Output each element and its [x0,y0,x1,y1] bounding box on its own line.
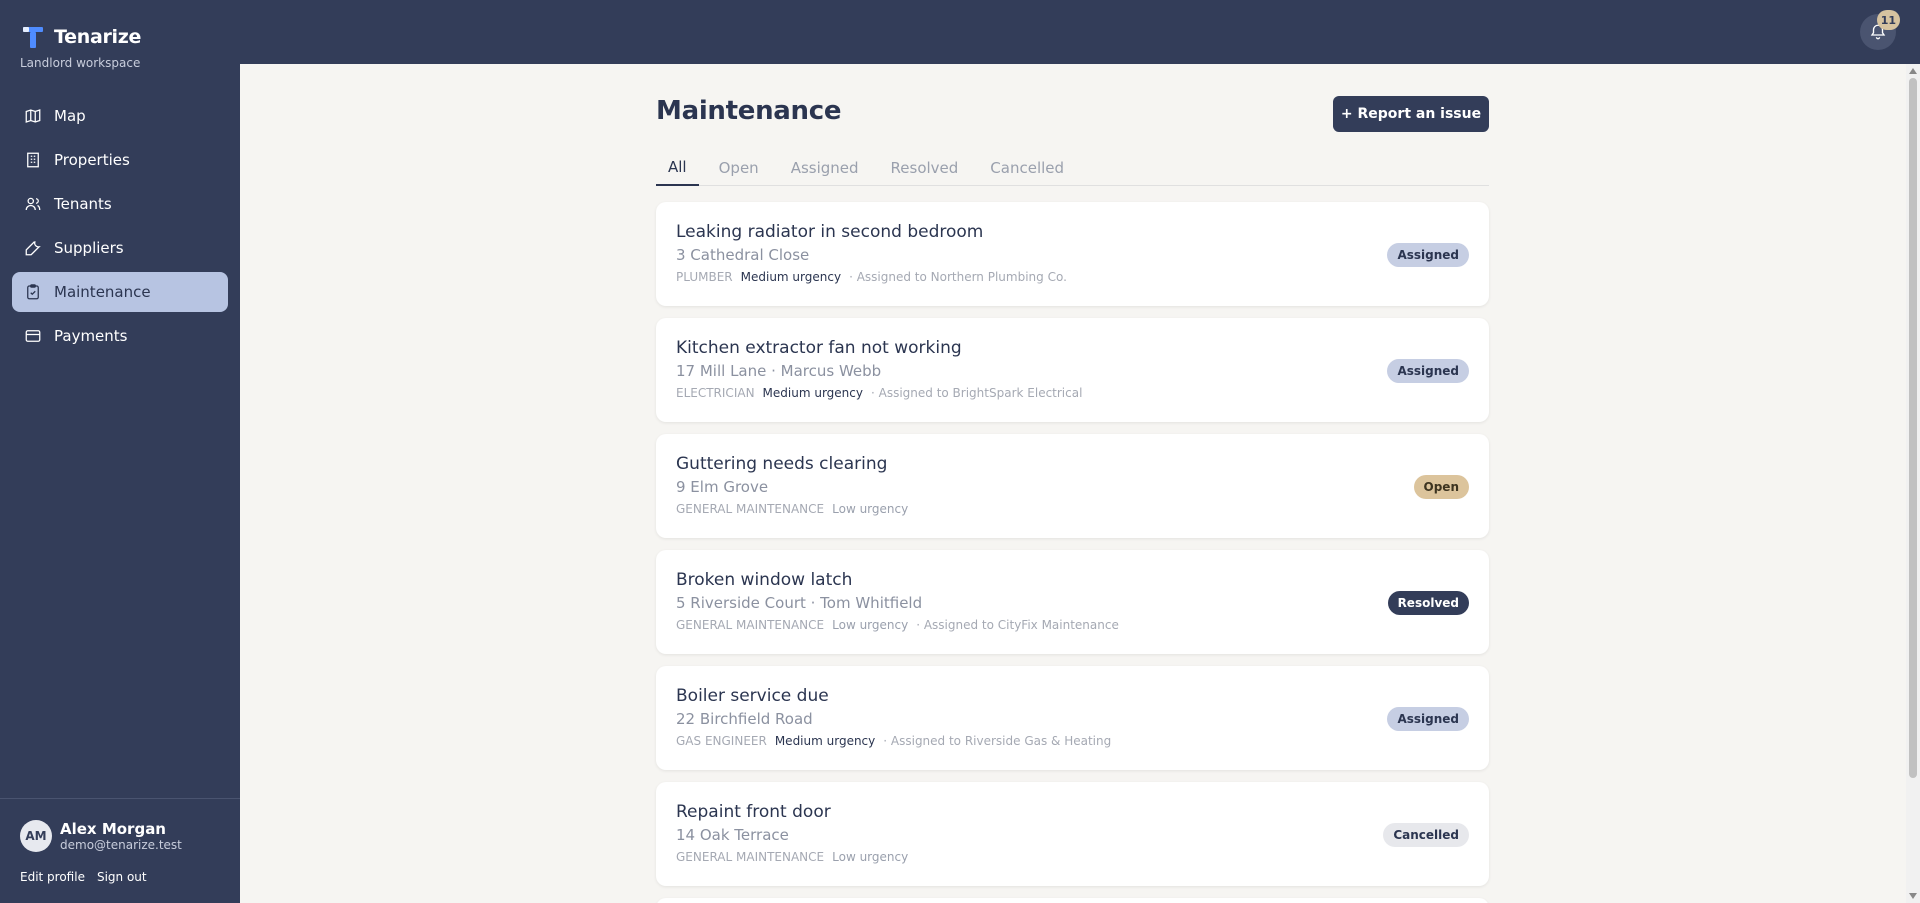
brand[interactable]: Tenarize [20,24,141,50]
status-badge: Resolved [1387,591,1469,615]
status-badge: Assigned [1387,359,1469,383]
issue-assignee: · Assigned to Riverside Gas & Heating [883,734,1112,748]
notifications-button[interactable]: 11 [1860,10,1900,50]
issue-title: Kitchen extractor fan not working [676,338,962,358]
notification-count-badge: 11 [1876,10,1900,30]
brand-name: Tenarize [54,26,142,48]
sidebar-divider [0,798,240,799]
report-issue-button[interactable]: + Report an issue [1333,96,1489,132]
tab-open[interactable]: Open [707,150,771,186]
status-badge: Assigned [1387,243,1469,267]
issue-meta: PLUMBER Medium urgency · Assigned to Nor… [676,270,1469,284]
issue-card[interactable]: Broken window latch 5 Riverside Court · … [656,550,1489,654]
sign-out-link[interactable]: Sign out [97,870,147,884]
sidebar-item-label: Suppliers [54,239,124,257]
issue-subtitle: 22 Birchfield Road [676,710,813,728]
issue-meta: GENERAL MAINTENANCE Low urgency · Assign… [676,618,1469,632]
issue-meta: GAS ENGINEER Medium urgency · Assigned t… [676,734,1469,748]
issue-urgency: Low urgency [832,502,909,516]
issue-urgency: Medium urgency [740,270,842,284]
workspace-label: Landlord workspace [20,56,141,70]
sidebar-item-label: Map [54,107,86,125]
issue-urgency: Low urgency [832,618,909,632]
status-badge: Assigned [1387,707,1469,731]
sidebar-item-properties[interactable]: Properties [12,140,228,180]
issue-urgency: Medium urgency [762,386,863,400]
issue-urgency: Medium urgency [774,734,876,748]
status-badge: Cancelled [1383,823,1469,847]
status-tabs: All Open Assigned Resolved Cancelled [656,150,1489,186]
user-profile: AM Alex Morgan demo@tenarize.test [20,820,182,852]
tab-cancelled[interactable]: Cancelled [978,150,1076,186]
issue-category: GENERAL MAINTENANCE [676,502,825,516]
sidebar-item-suppliers[interactable]: Suppliers [12,228,228,268]
tab-assigned[interactable]: Assigned [779,150,871,186]
issue-card[interactable]: Boiler service due 22 Birchfield Road GA… [656,666,1489,770]
issue-category: PLUMBER [676,270,733,284]
issue-assignee: · Assigned to Northern Plumbing Co. [849,270,1067,284]
issue-subtitle: 9 Elm Grove [676,478,769,496]
page-title: Maintenance [656,96,842,126]
building-icon [27,152,39,168]
clipboard-check-icon [27,284,39,300]
sidebar-item-map[interactable]: Map [12,96,228,136]
issue-category: GAS ENGINEER [676,734,767,748]
user-links: Edit profile Sign out [20,870,147,884]
map-icon [25,109,41,123]
sidebar-item-label: Payments [54,327,128,345]
sidebar-item-tenants[interactable]: Tenants [12,184,228,224]
issue-assignee: · Assigned to CityFix Maintenance [916,618,1119,632]
sidebar-nav: Map Properties Tenants Suppliers Mainten… [12,96,228,360]
sidebar: Tenarize Landlord workspace Map Properti… [0,0,240,903]
sidebar-item-label: Tenants [54,195,112,213]
issue-subtitle: 3 Cathedral Close [676,246,810,264]
edit-profile-link[interactable]: Edit profile [20,870,85,884]
avatar: AM [20,820,52,852]
issue-urgency: Low urgency [832,850,909,864]
status-badge: Open [1413,475,1469,499]
users-icon [25,197,41,211]
issue-card[interactable]: Kitchen extractor fan not working 17 Mil… [656,318,1489,422]
issue-subtitle: 14 Oak Terrace [676,826,789,844]
issue-title: Repaint front door [676,802,831,822]
user-name: Alex Morgan [60,820,166,838]
scrollbar[interactable] [1906,64,1920,903]
issue-title: Broken window latch [676,570,853,590]
scroll-thumb[interactable] [1909,78,1917,778]
wrench-icon [25,241,41,256]
credit-card-icon [25,330,41,342]
tab-resolved[interactable]: Resolved [879,150,971,186]
issue-subtitle: 5 Riverside Court · Tom Whitfield [676,594,923,612]
sidebar-item-label: Properties [54,151,130,169]
user-email: demo@tenarize.test [60,838,182,852]
issue-card[interactable]: Guttering needs clearing 9 Elm Grove GEN… [656,434,1489,538]
issue-category: GENERAL MAINTENANCE [676,618,825,632]
issue-title: Boiler service due [676,686,829,706]
sidebar-item-maintenance[interactable]: Maintenance [12,272,228,312]
issue-card[interactable] [656,898,1489,903]
issue-list: Leaking radiator in second bedroom 3 Cat… [656,202,1489,903]
tenarize-logo-icon [23,27,43,48]
issue-meta: ELECTRICIAN Medium urgency · Assigned to… [676,386,1469,400]
top-bar: 11 [0,0,1920,64]
issue-subtitle: 17 Mill Lane · Marcus Webb [676,362,882,380]
scroll-up-arrow-icon[interactable] [1909,68,1917,74]
issue-assignee: · Assigned to BrightSpark Electrical [870,386,1083,400]
issue-card[interactable]: Repaint front door 14 Oak Terrace GENERA… [656,782,1489,886]
issue-category: GENERAL MAINTENANCE [676,850,825,864]
issue-meta: GENERAL MAINTENANCE Low urgency [676,502,1469,516]
issue-card[interactable]: Leaking radiator in second bedroom 3 Cat… [656,202,1489,306]
issue-title: Guttering needs clearing [676,454,888,474]
issue-meta: GENERAL MAINTENANCE Low urgency [676,850,1469,864]
tab-all[interactable]: All [656,150,699,186]
scroll-down-arrow-icon[interactable] [1909,893,1917,899]
issue-category: ELECTRICIAN [676,386,755,400]
sidebar-item-payments[interactable]: Payments [12,316,228,356]
issue-title: Leaking radiator in second bedroom [676,222,984,242]
sidebar-item-label: Maintenance [54,283,151,301]
